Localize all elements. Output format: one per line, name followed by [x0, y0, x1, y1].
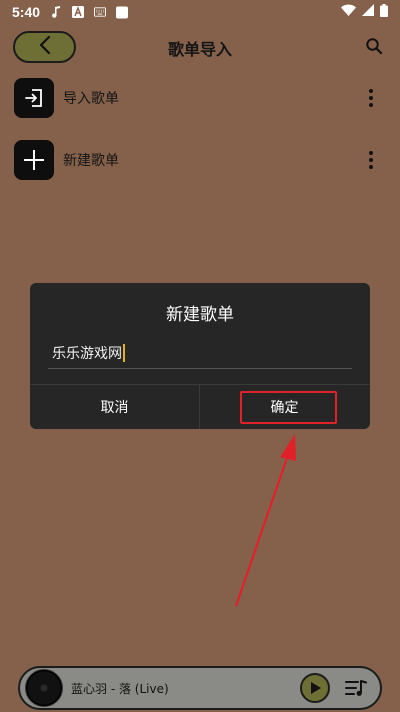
- list-item-label: 新建歌单: [63, 153, 119, 169]
- battery-icon: [380, 3, 388, 21]
- cancel-button[interactable]: 取消: [30, 385, 199, 429]
- status-time: 5:40: [12, 4, 41, 20]
- playlist-queue-button[interactable]: [342, 674, 370, 702]
- status-bar: 5:40: [0, 0, 400, 24]
- search-button[interactable]: [365, 37, 385, 57]
- dialog-title: 新建歌单: [166, 305, 234, 325]
- square-icon: [116, 6, 129, 18]
- playlist-name-value: 乐乐游戏网: [52, 345, 122, 362]
- list-item-import-playlist[interactable]: 导入歌单: [14, 77, 386, 119]
- page-title: 歌单导入: [167, 40, 232, 59]
- more-vertical-icon: [369, 89, 373, 107]
- playlist-name-input[interactable]: 乐乐游戏网: [48, 337, 352, 369]
- confirm-button[interactable]: 确定: [200, 385, 369, 429]
- signal-icon: [362, 4, 374, 20]
- new-playlist-dialog: 新建歌单 乐乐游戏网 取消 确定: [30, 283, 370, 429]
- playlist-icon: [345, 680, 367, 696]
- plus-icon: [14, 140, 54, 180]
- keyboard-icon: [94, 6, 107, 18]
- play-icon: [311, 682, 321, 694]
- album-disc-icon: [25, 669, 63, 707]
- a-notification-icon: [72, 6, 85, 18]
- list-item-new-playlist[interactable]: 新建歌单: [14, 139, 386, 181]
- mini-player[interactable]: 蓝心羽 - 落 (Live): [18, 666, 382, 710]
- more-options-button[interactable]: [364, 86, 378, 110]
- play-button[interactable]: [300, 673, 330, 703]
- music-note-icon: [50, 6, 62, 18]
- import-icon: [14, 78, 54, 118]
- more-vertical-icon: [369, 151, 373, 169]
- text-caret: [123, 343, 125, 362]
- more-options-button[interactable]: [364, 148, 378, 172]
- song-title: 蓝心羽 - 落 (Live): [71, 681, 169, 696]
- search-icon: [365, 38, 383, 59]
- list-item-label: 导入歌单: [63, 91, 119, 107]
- wifi-icon: [341, 4, 356, 20]
